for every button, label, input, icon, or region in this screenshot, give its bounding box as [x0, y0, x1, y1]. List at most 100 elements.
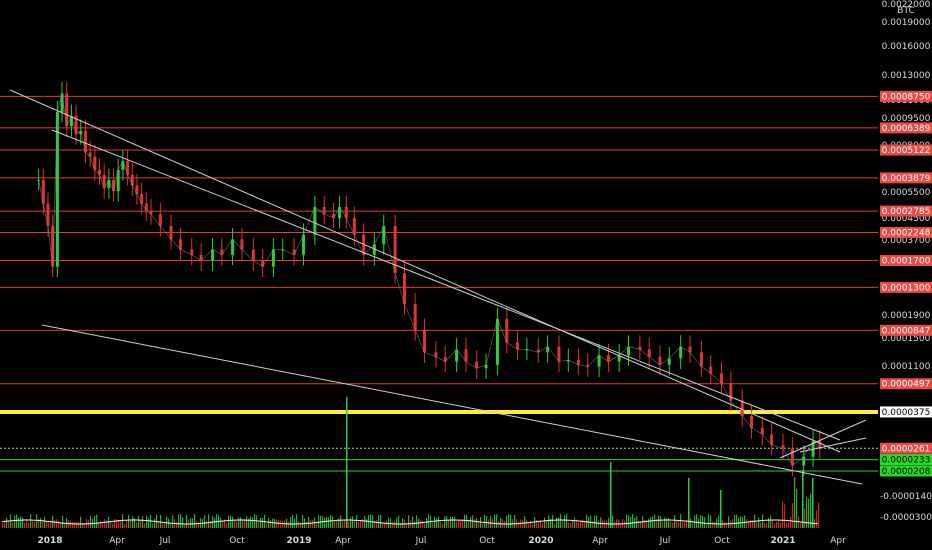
volume-bar — [30, 514, 32, 528]
volume-bar — [332, 516, 334, 528]
volume-bar — [302, 515, 304, 528]
candle-body — [699, 352, 703, 367]
volume-bar — [546, 520, 548, 528]
volume-bar — [626, 514, 628, 528]
volume-bar — [434, 516, 436, 528]
volume-bar — [16, 514, 18, 528]
volume-bar — [336, 520, 338, 528]
volume-bar — [56, 519, 58, 528]
volume-bar — [664, 517, 666, 528]
volume-bar — [482, 523, 484, 528]
x-tick-label: Jul — [659, 536, 671, 546]
y-tick-label: -0.0000300 — [880, 513, 932, 523]
volume-bar — [104, 519, 106, 528]
volume-bar — [282, 520, 284, 528]
volume-bar — [208, 514, 210, 528]
volume-bar — [560, 514, 562, 528]
volume-bar — [256, 515, 258, 528]
volume-bar — [306, 521, 308, 528]
volume-bar — [228, 515, 230, 528]
x-tick-label: Jul — [159, 536, 171, 546]
x-tick-label: Jul — [415, 536, 427, 546]
volume-bar — [776, 521, 778, 528]
volume-bar — [96, 514, 98, 528]
volume-bar — [582, 519, 584, 528]
volume-bar — [290, 517, 292, 528]
volume-bar — [792, 503, 794, 528]
volume-spike — [802, 470, 804, 528]
volume-bar — [558, 517, 560, 528]
chart-canvas[interactable]: 0.00220000.00190000.00160000.00130000.00… — [0, 0, 932, 550]
volume-bar — [500, 517, 502, 528]
volume-bar — [506, 515, 508, 528]
volume-bar — [402, 518, 404, 528]
volume-bar — [702, 516, 704, 528]
volume-bar — [260, 517, 262, 528]
candle-body — [211, 249, 215, 261]
candle-body — [413, 304, 417, 330]
volume-bar — [74, 522, 76, 528]
volume-bar — [452, 516, 454, 528]
volume-bar — [240, 517, 242, 528]
volume-bar — [230, 515, 232, 528]
volume-bar — [424, 523, 426, 528]
level-price-text: 0.0000497 — [882, 380, 931, 390]
volume-bar — [378, 515, 380, 528]
volume-bar — [736, 514, 738, 528]
volume-spike — [812, 478, 814, 528]
volume-bar — [574, 517, 576, 528]
y-tick-label: 0.0013000 — [882, 71, 931, 81]
y-tick-label: 0.0001100 — [882, 362, 931, 372]
volume-bar — [504, 521, 506, 528]
volume-bar — [554, 523, 556, 528]
volume-bar — [796, 488, 798, 528]
volume-bar — [684, 522, 686, 528]
volume-bar — [794, 477, 796, 528]
volume-bar — [252, 517, 254, 528]
volume-bar — [700, 514, 702, 528]
volume-bar — [808, 498, 810, 528]
volume-bar — [800, 522, 802, 528]
volume-bar — [216, 514, 218, 528]
volume-bar — [144, 523, 146, 528]
volume-bar — [672, 522, 674, 528]
volume-bar — [412, 516, 414, 528]
volume-bar — [488, 519, 490, 528]
level-price-text: 0.0002785 — [882, 207, 931, 217]
volume-bar — [760, 522, 762, 528]
x-tick-label: Oct — [229, 536, 245, 546]
volume-bar — [2, 523, 4, 528]
volume-bar — [458, 519, 460, 528]
volume-spike — [720, 490, 722, 528]
volume-bar — [790, 516, 792, 528]
volume-bar — [58, 520, 60, 528]
candle-body — [271, 249, 275, 267]
volume-bar — [232, 516, 234, 528]
volume-bar — [624, 520, 626, 528]
level-price-text: 0.0000261 — [882, 444, 931, 454]
volume-bar — [380, 514, 382, 528]
volume-bar — [450, 516, 452, 528]
volume-bar — [294, 518, 296, 528]
volume-bar — [72, 522, 74, 528]
price-chart[interactable]: 0.0022000 0.0019000 0.0016000 0.0013000 0.00… — [0, 0, 932, 550]
volume-bar — [570, 523, 572, 528]
volume-bar — [464, 514, 466, 528]
volume-bar — [562, 519, 564, 528]
volume-bar — [568, 522, 570, 528]
volume-bar — [236, 521, 238, 528]
volume-bar — [348, 521, 350, 528]
volume-bar — [190, 517, 192, 528]
volume-bar — [276, 519, 278, 528]
volume-bar — [526, 519, 528, 528]
volume-bar — [572, 520, 574, 528]
volume-bar — [266, 523, 268, 528]
volume-bar — [804, 508, 806, 528]
volume-bar — [312, 519, 314, 528]
volume-bar — [542, 523, 544, 528]
volume-bar — [768, 517, 770, 528]
volume-bar — [750, 519, 752, 528]
volume-bar — [710, 515, 712, 528]
volume-bar — [670, 521, 672, 528]
y-tick-label: -0.0000140 — [880, 492, 932, 502]
